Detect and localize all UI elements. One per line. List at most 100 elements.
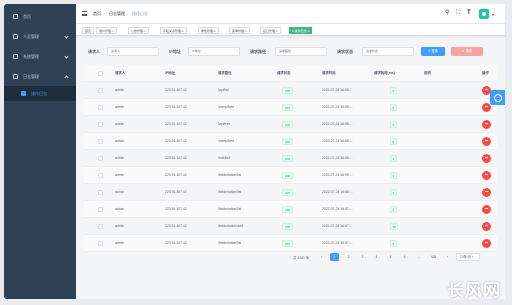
prev-page-button[interactable]: ‹ — [317, 253, 326, 261]
cell-time: 2022-07-24 16:58:... — [322, 139, 353, 143]
delete-button[interactable] — [482, 170, 491, 180]
table-row: admin 223.91.107.42/fieldrelation/list 200… — [84, 167, 497, 184]
table-row: admin 223.91.107.42/fieldrelation/list 200… — [84, 201, 497, 218]
cell-user: admin — [115, 224, 125, 228]
row-checkbox[interactable] — [98, 189, 103, 195]
row-checkbox[interactable] — [98, 87, 103, 93]
row-checkbox[interactable] — [98, 206, 103, 212]
watermark-logo: 长风网 — [447, 281, 501, 300]
delete-button[interactable] — [482, 221, 491, 231]
page-button-6[interactable]: 6 — [400, 253, 409, 261]
tag-role-manage[interactable]: 角色管理× — [198, 26, 219, 34]
column-header: IP地址 — [165, 71, 175, 75]
tag-field-relation[interactable]: 字段关系管理× — [160, 26, 187, 34]
status-badge: 200 — [282, 137, 294, 145]
cell-path: /menu/tree — [218, 139, 235, 143]
sidebar-item-home[interactable]: 首页 — [4, 9, 76, 24]
sidebar-item-users[interactable]: 人员管理 — [4, 29, 76, 44]
page-button-last[interactable]: 435 — [428, 253, 439, 261]
filter-ip-label: IP地址 — [169, 49, 181, 54]
row-checkbox[interactable] — [98, 155, 103, 161]
caret-down-icon[interactable] — [492, 14, 494, 16]
next-page-button[interactable]: › — [443, 253, 452, 261]
status-input[interactable] — [362, 46, 414, 56]
tag-menu-manage[interactable]: 菜单管理× — [229, 26, 250, 34]
reset-button[interactable]: ↻ 重置 — [451, 46, 483, 56]
search-icon[interactable]: ⚲ — [445, 10, 449, 16]
select-all-checkbox[interactable] — [98, 71, 103, 76]
reset-button-label: 重置 — [465, 48, 472, 53]
page-button-1[interactable]: 1 — [330, 253, 339, 261]
delete-button[interactable] — [482, 136, 491, 146]
sidebar-item-system[interactable]: 系统管理 — [4, 49, 76, 64]
search-button[interactable]: ⚲ 搜索 — [421, 46, 445, 56]
sidebar-item-logs[interactable]: 日志管理 — [4, 69, 76, 84]
menu-toggle-icon[interactable] — [82, 11, 87, 16]
close-icon[interactable]: × — [308, 29, 310, 33]
row-checkbox[interactable] — [98, 104, 103, 110]
close-icon[interactable]: × — [214, 29, 216, 33]
row-checkbox[interactable] — [98, 172, 103, 178]
duration-badge: 1 — [390, 205, 397, 213]
row-checkbox[interactable] — [98, 223, 103, 229]
cell-ip: 223.91.107.42 — [165, 105, 187, 109]
status-badge: 200 — [282, 120, 294, 128]
sidebar-item-label: 系统管理 — [23, 53, 39, 59]
delete-button[interactable] — [482, 119, 491, 129]
column-header: 说明 — [424, 71, 431, 75]
main-content: 首页 / 日志管理 / 操作日志 ⚲ ⛶ T 首页 用户管理× 公告管理× 字段… — [76, 4, 505, 299]
page-button-4[interactable]: 4 — [372, 253, 381, 261]
table-row: admin 223.91.107.42/api/list 200 2022-07-24… — [84, 82, 497, 99]
tag-home[interactable]: 首页 — [82, 26, 95, 34]
home-icon — [13, 14, 18, 19]
ip-input[interactable] — [188, 46, 240, 56]
breadcrumb-home[interactable]: 首页 — [93, 11, 101, 17]
filter-path-label: 请求路径 — [250, 49, 266, 54]
delete-button[interactable] — [482, 204, 491, 214]
close-icon[interactable]: × — [276, 29, 278, 33]
avatar[interactable] — [479, 9, 489, 19]
delete-button[interactable] — [482, 153, 491, 163]
path-input[interactable] — [275, 46, 327, 56]
duration-badge: 1 — [390, 239, 397, 247]
close-icon[interactable]: × — [245, 29, 247, 33]
row-checkbox[interactable] — [98, 138, 103, 144]
row-checkbox[interactable] — [98, 121, 103, 127]
page-size-select[interactable]: 10条/页 ˅ — [456, 253, 480, 261]
grid-icon — [13, 54, 18, 59]
row-checkbox[interactable] — [98, 240, 103, 246]
sidebar-item-operation-log[interactable]: 操作日志 — [4, 86, 76, 101]
settings-fab-button[interactable] — [490, 90, 505, 105]
cell-time: 2022-07-24 16:58:... — [322, 105, 353, 109]
tag-label: 用户管理 — [99, 28, 112, 33]
page-button-5[interactable]: 5 — [386, 253, 395, 261]
tag-user-manage[interactable]: 用户管理× — [96, 26, 117, 34]
breadcrumb-current: 操作日志 — [132, 11, 148, 16]
font-size-icon[interactable]: T — [467, 10, 471, 16]
close-icon[interactable]: × — [144, 29, 146, 33]
cell-time: 2022-07-24 16:58:... — [322, 122, 353, 126]
fullscreen-icon[interactable]: ⛶ — [456, 10, 460, 16]
breadcrumb-logs[interactable]: 日志管理 — [109, 11, 125, 17]
close-icon[interactable]: × — [182, 29, 184, 33]
search-button-label: 搜索 — [431, 48, 438, 53]
cell-user: admin — [115, 190, 125, 194]
cell-ip: 223.91.107.42 — [165, 88, 187, 92]
tag-operation-log[interactable]: ● 操作日志× — [289, 26, 313, 34]
delete-button[interactable] — [482, 187, 491, 197]
status-badge: 200 — [282, 205, 294, 213]
tag-api-manage[interactable]: 接口管理× — [260, 26, 281, 34]
cell-time: 2022-07-24 16:58:... — [322, 156, 353, 160]
table-row: admin 223.91.107.42/fieldrelation/add 200 2… — [84, 218, 497, 235]
page-button-3[interactable]: 3 — [358, 253, 367, 261]
page-ellipsis[interactable]: ... — [414, 253, 423, 261]
column-header: 请求状态 — [277, 71, 291, 75]
tag-notice-manage[interactable]: 公告管理× — [128, 26, 149, 34]
close-icon[interactable]: × — [112, 29, 114, 33]
cell-path: /menu/tree — [218, 105, 235, 109]
chevron-down-icon — [64, 34, 69, 39]
page-button-2[interactable]: 2 — [344, 253, 353, 261]
delete-button[interactable] — [482, 238, 491, 248]
column-header: 请求耗时(ms) — [374, 71, 395, 75]
requester-input[interactable] — [107, 46, 159, 56]
